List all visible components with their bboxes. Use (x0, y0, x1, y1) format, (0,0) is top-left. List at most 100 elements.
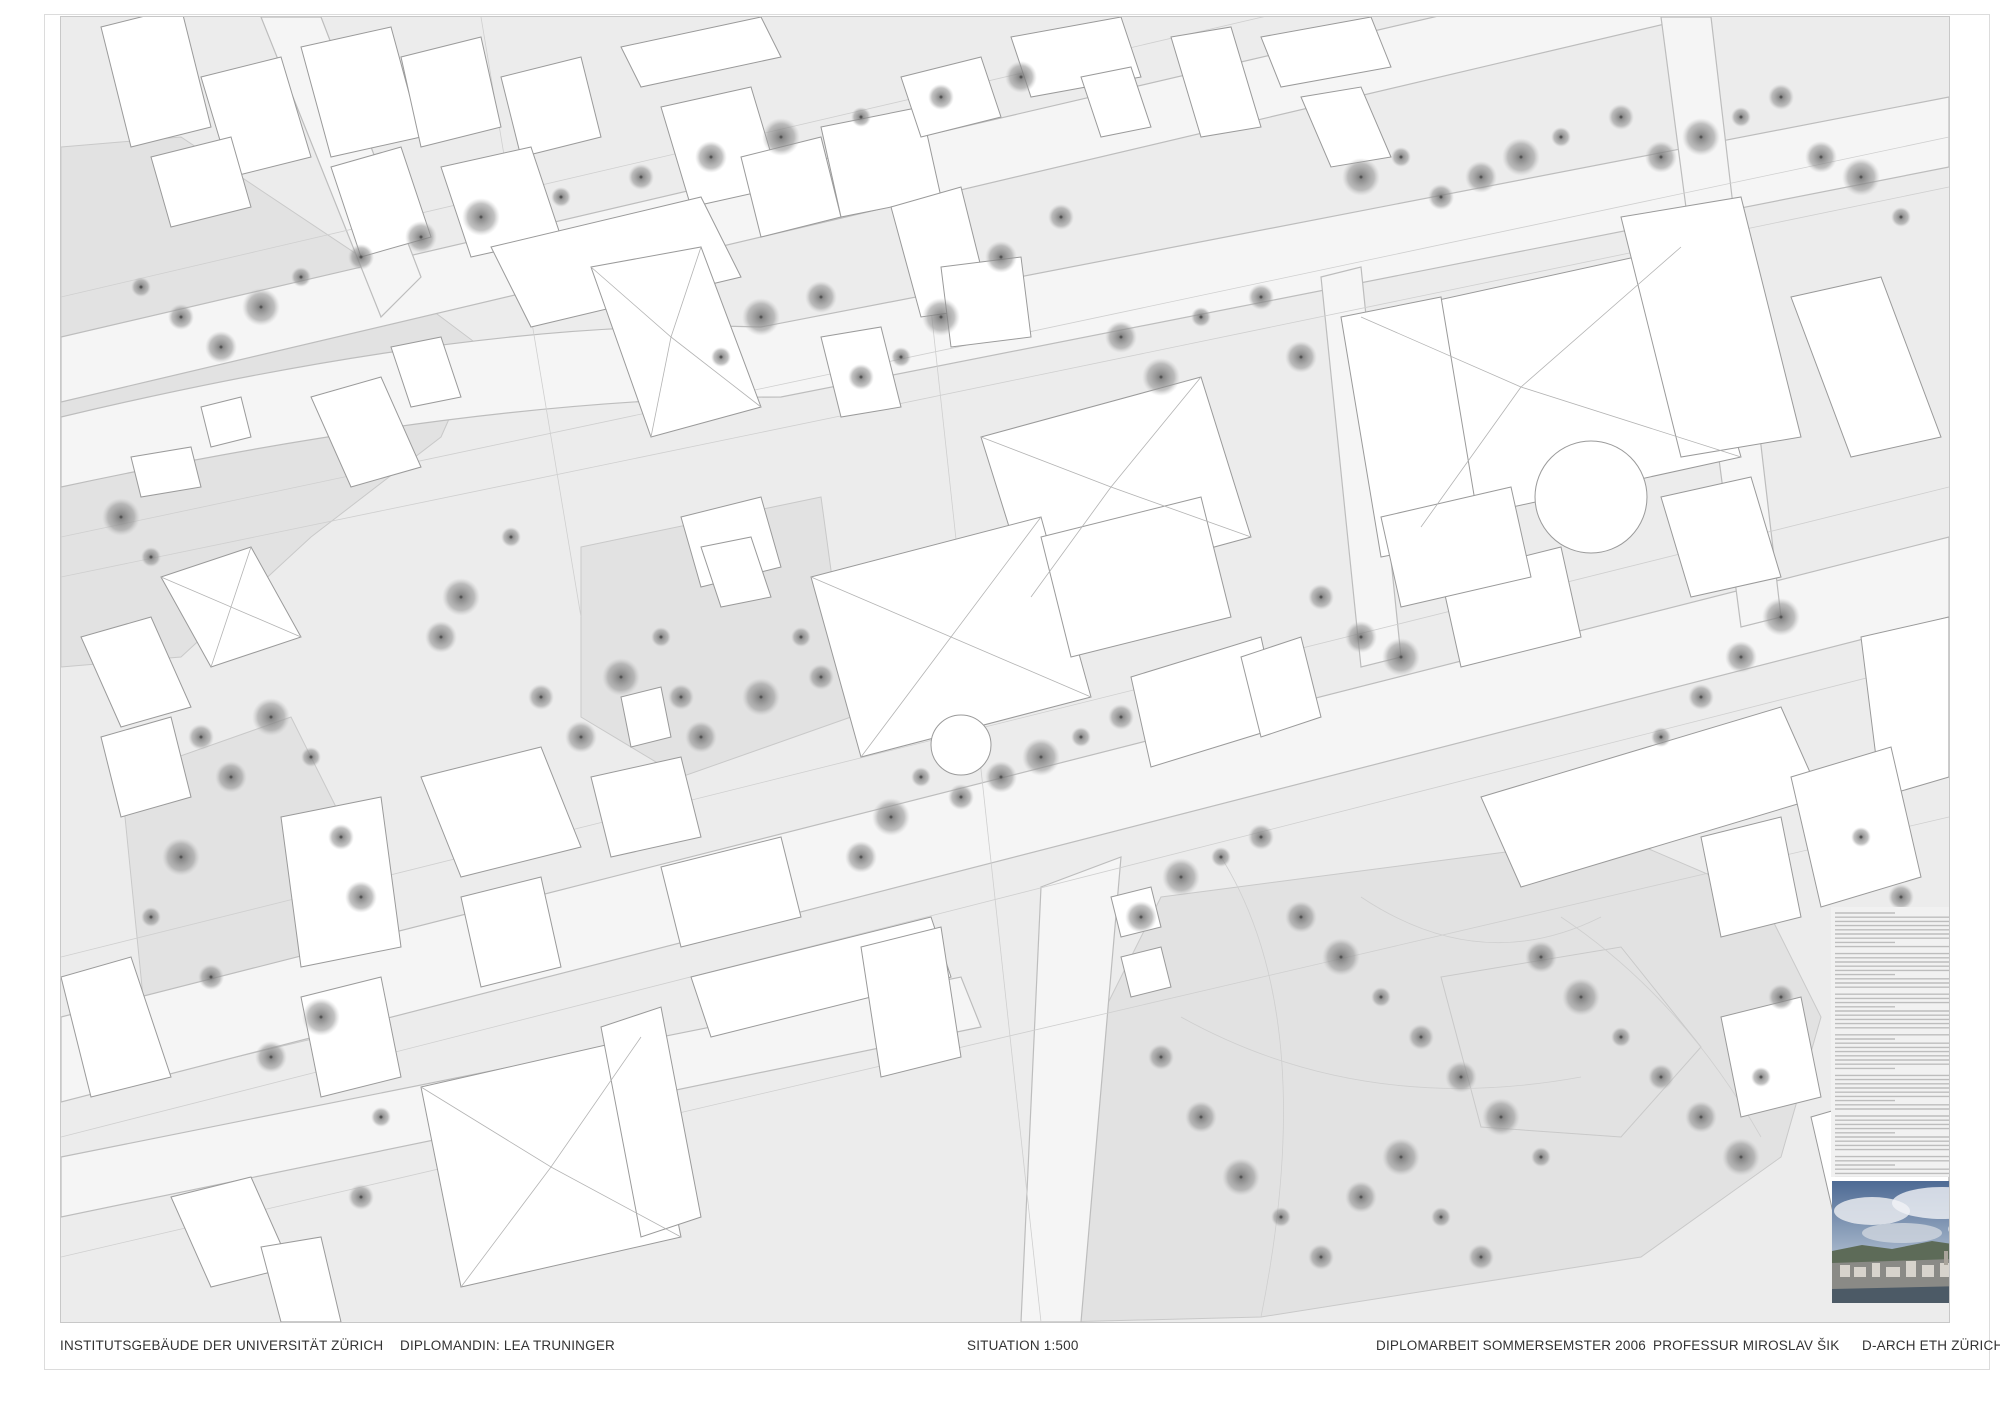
site-plan-map[interactable] (60, 16, 1950, 1323)
tree-trunk-dot (1779, 95, 1783, 99)
tree-trunk-dot (1519, 155, 1523, 159)
tree-trunk-dot (1359, 635, 1363, 639)
tree-trunk-dot (579, 735, 583, 739)
tree-trunk-dot (229, 775, 233, 779)
tree-trunk-dot (1659, 735, 1663, 739)
tree-trunk-dot (269, 1055, 273, 1059)
tree-trunk-dot (939, 315, 943, 319)
tree-trunk-dot (1359, 1195, 1363, 1199)
tree-trunk-dot (999, 255, 1003, 259)
thesis-label: DIPLOMARBEIT SOMMERSEMSTER 2006 (1376, 1338, 1647, 1353)
tree-trunk-dot (509, 535, 513, 539)
tree-trunk-dot (699, 735, 703, 739)
tree-trunk-dot (1259, 835, 1263, 839)
tree-trunk-dot (1779, 995, 1783, 999)
tree-trunk-dot (199, 735, 203, 739)
plan-label: SITUATION 1:500 (967, 1338, 1079, 1353)
tree-trunk-dot (1159, 375, 1163, 379)
tree-trunk-dot (459, 595, 463, 599)
tree-trunk-dot (1859, 835, 1863, 839)
tree-trunk-dot (179, 315, 183, 319)
tree-trunk-dot (1439, 195, 1443, 199)
tree-trunk-dot (1459, 1075, 1463, 1079)
tree-trunk-dot (959, 795, 963, 799)
author-name: DIPLOMANDIN: LEA TRUNINGER (400, 1338, 615, 1353)
tree-trunk-dot (1179, 875, 1183, 879)
tree-trunk-dot (1399, 1155, 1403, 1159)
tree-trunk-dot (1059, 215, 1063, 219)
tree-trunk-dot (859, 375, 863, 379)
tree-trunk-dot (1419, 1035, 1423, 1039)
tree-trunk-dot (759, 315, 763, 319)
tree-trunk-dot (1819, 155, 1823, 159)
tree-trunk-dot (1699, 695, 1703, 699)
tree-trunk-dot (1619, 115, 1623, 119)
tree-trunk-dot (619, 675, 623, 679)
tree-trunk-dot (269, 715, 273, 719)
tree-trunk-dot (1659, 155, 1663, 159)
tree-trunk-dot (1019, 75, 1023, 79)
tree-trunk-dot (209, 975, 213, 979)
tree-trunk-dot (759, 695, 763, 699)
tree-trunk-dot (1699, 1115, 1703, 1119)
tree-trunk-dot (1439, 1215, 1443, 1219)
tree-trunk-dot (559, 195, 563, 199)
tree-trunk-dot (299, 275, 303, 279)
tree-trunk-dot (1399, 155, 1403, 159)
tree-trunk-dot (1259, 295, 1263, 299)
tree-trunk-dot (1579, 995, 1583, 999)
professor-label: PROFESSUR MIROSLAV ŠIK (1653, 1338, 1840, 1353)
tree-trunk-dot (419, 235, 423, 239)
tree-trunk-dot (939, 95, 943, 99)
tree-trunk-dot (1319, 1255, 1323, 1259)
tree-trunk-dot (659, 635, 663, 639)
site-plan-drawing (61, 17, 1949, 1322)
tree-trunk-dot (319, 1015, 323, 1019)
tree-trunk-dot (1479, 175, 1483, 179)
tree-trunk-dot (359, 255, 363, 259)
tree-trunk-dot (709, 155, 713, 159)
tree-trunk-dot (309, 755, 313, 759)
project-title: INSTITUTSGEBÄUDE DER UNIVERSITÄT ZÜRICH (60, 1338, 384, 1353)
tree-trunk-dot (1399, 655, 1403, 659)
tree-trunk-dot (339, 835, 343, 839)
tree-trunk-dot (1899, 895, 1903, 899)
tree-trunk-dot (1319, 595, 1323, 599)
tree-trunk-dot (1699, 135, 1703, 139)
school-label: D-ARCH ETH ZÜRICH (1862, 1338, 2000, 1353)
tree-trunk-dot (139, 285, 143, 289)
tree-trunk-dot (1039, 755, 1043, 759)
tree-trunk-dot (859, 115, 863, 119)
tree-trunk-dot (1759, 1075, 1763, 1079)
tree-trunk-dot (1899, 215, 1903, 219)
tree-trunk-dot (889, 815, 893, 819)
tree-trunk-dot (359, 895, 363, 899)
zurich-photo-image (1832, 1181, 1949, 1303)
tree-trunk-dot (999, 775, 1003, 779)
panorama-photo[interactable] (1832, 1181, 1949, 1303)
tree-trunk-dot (1559, 135, 1563, 139)
tree-trunk-dot (719, 355, 723, 359)
tree-trunk-dot (1299, 915, 1303, 919)
tree-trunk-dot (1739, 1155, 1743, 1159)
tree-trunk-dot (259, 305, 263, 309)
tree-trunk-dot (1079, 735, 1083, 739)
tree-trunk-dot (1299, 355, 1303, 359)
tree-trunk-dot (1739, 655, 1743, 659)
tree-trunk-dot (1539, 955, 1543, 959)
tree-trunk-dot (1339, 955, 1343, 959)
tree-trunk-dot (149, 915, 153, 919)
tree-trunk-dot (439, 635, 443, 639)
tree-trunk-dot (779, 135, 783, 139)
title-block: INSTITUTSGEBÄUDE DER UNIVERSITÄT ZÜRICH … (60, 1338, 2000, 1358)
tree-trunk-dot (119, 515, 123, 519)
tree-trunk-dot (919, 775, 923, 779)
tree-trunk-dot (1119, 715, 1123, 719)
tree-trunk-dot (1239, 1175, 1243, 1179)
tree-trunk-dot (1379, 995, 1383, 999)
tree-trunk-dot (819, 675, 823, 679)
tree-trunk-dot (1779, 615, 1783, 619)
tree-trunk-dot (179, 855, 183, 859)
tree-trunk-dot (1119, 335, 1123, 339)
description-text-block (1831, 907, 1949, 1177)
